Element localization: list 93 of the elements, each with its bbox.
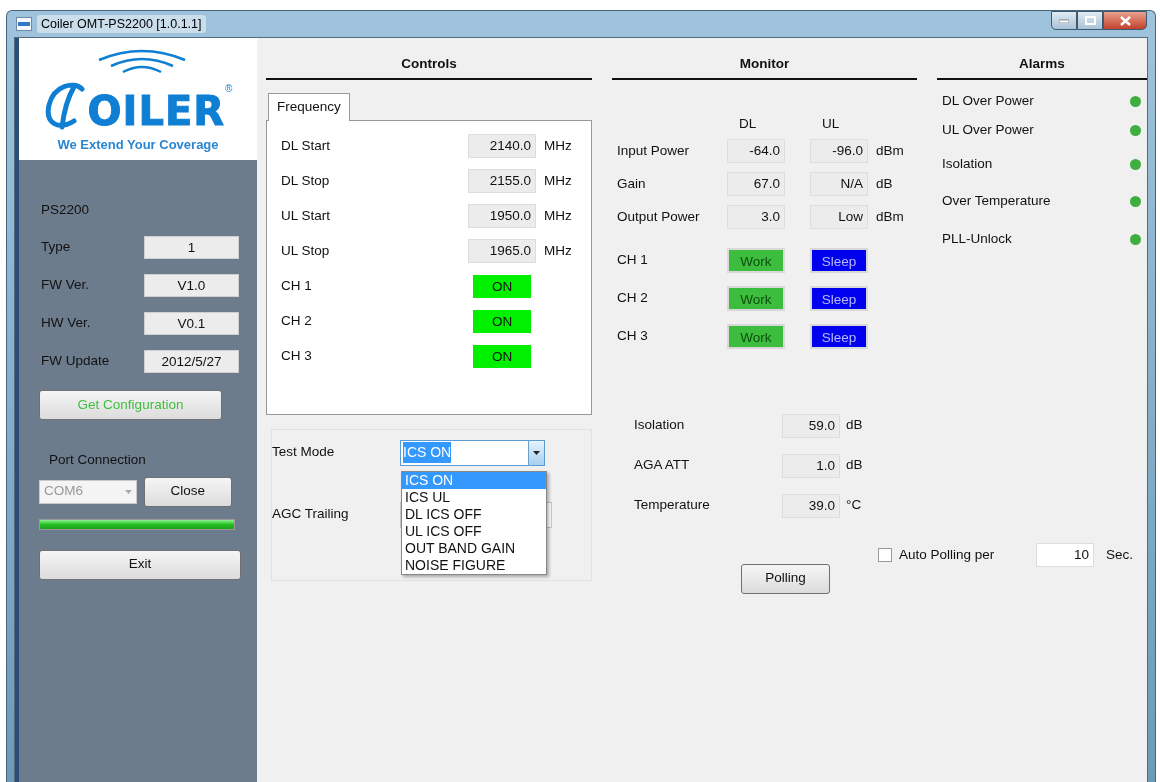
exit-button[interactable]: Exit (39, 549, 241, 580)
model-name: PS2200 (41, 201, 90, 219)
channel-label: CH 2 (281, 311, 313, 330)
unit-label: MHz (544, 171, 572, 190)
value-field: 2140.0 (468, 134, 536, 158)
field-label: FW Update (41, 352, 111, 371)
column-heading: UL (822, 115, 841, 134)
port-connection-label: Port Connection (49, 451, 146, 470)
channel-status-indicator: Sleep (810, 286, 868, 311)
value-field: 39.0 (782, 493, 840, 518)
value-field: N/A (810, 172, 868, 196)
channel-status-indicator: Work (727, 286, 785, 311)
channel-status-indicator: Work (727, 248, 785, 273)
polling-button[interactable]: Polling (741, 563, 830, 594)
channel-state-indicator[interactable]: ON (473, 309, 531, 333)
channel-status-indicator: Work (727, 324, 785, 349)
dropdown-option[interactable]: NOISE FIGURE (402, 556, 546, 574)
caret-icon (125, 489, 132, 494)
dropdown-option[interactable]: UL ICS OFF (402, 522, 546, 540)
field-label: AGC Trailing (272, 505, 350, 524)
field-label: UL Stop (281, 241, 331, 260)
value-field: 1 (144, 235, 239, 259)
tab[interactable]: Frequency (268, 93, 350, 121)
unit-label: dBm (876, 141, 904, 160)
value-field: -96.0 (810, 139, 868, 163)
value-field: 1950.0 (468, 204, 536, 228)
channel-label: CH 3 (281, 346, 313, 365)
dropdown-option[interactable]: DL ICS OFF (402, 505, 546, 523)
unit-label: MHz (544, 241, 572, 260)
field-label: Isolation (634, 416, 686, 435)
alarm-label: UL Over Power (942, 121, 1034, 140)
value-field: 2155.0 (468, 169, 536, 193)
alarm-label: Isolation (942, 155, 993, 174)
dropdown-option[interactable]: OUT BAND GAIN (402, 539, 546, 557)
field-label: Input Power (617, 141, 691, 160)
channel-state-indicator[interactable]: ON (473, 274, 531, 298)
field-label: Type (41, 238, 72, 257)
script-c-icon (43, 80, 88, 131)
field-label: AGA ATT (634, 456, 691, 475)
unit-label: dB (846, 456, 863, 475)
close-button[interactable] (1103, 11, 1147, 30)
unit-label: °C (846, 496, 862, 515)
unit-label: dB (876, 174, 893, 193)
unit-label: dB (846, 416, 863, 435)
unit-label: dBm (876, 207, 904, 226)
unit-label: Sec. (1106, 545, 1133, 564)
value-field: Low (810, 205, 868, 229)
value-field: V0.1 (144, 311, 239, 335)
section-heading: Monitor (612, 54, 917, 81)
maximize-button[interactable] (1077, 11, 1103, 30)
value-field: 1965.0 (468, 239, 536, 263)
value-field: 59.0 (782, 413, 840, 438)
app-icon (16, 17, 32, 31)
registered-mark: ® (225, 81, 233, 96)
field-label: DL Start (281, 136, 332, 155)
channel-label: CH 2 (617, 289, 649, 308)
unit-label: MHz (544, 206, 572, 225)
section-heading: Alarms (937, 54, 1147, 81)
section-heading: Controls (266, 54, 592, 81)
channel-label: CH 3 (617, 327, 649, 346)
alarm-label: DL Over Power (942, 92, 1034, 111)
channel-label: CH 1 (617, 251, 649, 270)
field-label: HW Ver. (41, 314, 92, 333)
window-title: Coiler OMT-PS2200 [1.0.1.1] (37, 14, 206, 34)
value-field: V1.0 (144, 273, 239, 297)
channel-status-indicator: Sleep (810, 324, 868, 349)
logo-wordmark: OILER (87, 90, 226, 131)
value-field: 67.0 (727, 172, 785, 196)
field-label: DL Stop (281, 171, 331, 190)
value-field: 1.0 (782, 453, 840, 478)
field-label: Test Mode (272, 443, 336, 462)
channel-status-indicator: Sleep (810, 248, 868, 273)
checkbox-label: Auto Polling per (899, 545, 996, 564)
close-icon[interactable] (1119, 15, 1131, 26)
field-label: FW Ver. (41, 276, 90, 295)
logo-tagline: We Extend Your Coverage (57, 135, 219, 154)
field-label: Output Power (617, 207, 701, 226)
field-label: Gain (617, 174, 647, 193)
field-label: UL Start (281, 206, 332, 225)
value-field: 3.0 (727, 205, 785, 229)
minimize-button[interactable] (1051, 11, 1077, 30)
field-label: Temperature (634, 496, 711, 515)
column-heading: DL (739, 115, 758, 134)
dropdown-option[interactable]: ICS UL (402, 488, 546, 506)
channel-state-indicator[interactable]: ON (473, 344, 531, 368)
unit-label: MHz (544, 136, 572, 155)
channel-label: CH 1 (281, 276, 313, 295)
auto-polling-checkbox[interactable] (878, 548, 892, 562)
alarm-label: Over Temperature (942, 192, 1051, 211)
value-field: -64.0 (727, 139, 785, 163)
value-field: 2012/5/27 (144, 349, 239, 373)
interval-input[interactable]: 10 (1036, 543, 1094, 567)
alarm-label: PLL-Unlock (942, 230, 1012, 249)
